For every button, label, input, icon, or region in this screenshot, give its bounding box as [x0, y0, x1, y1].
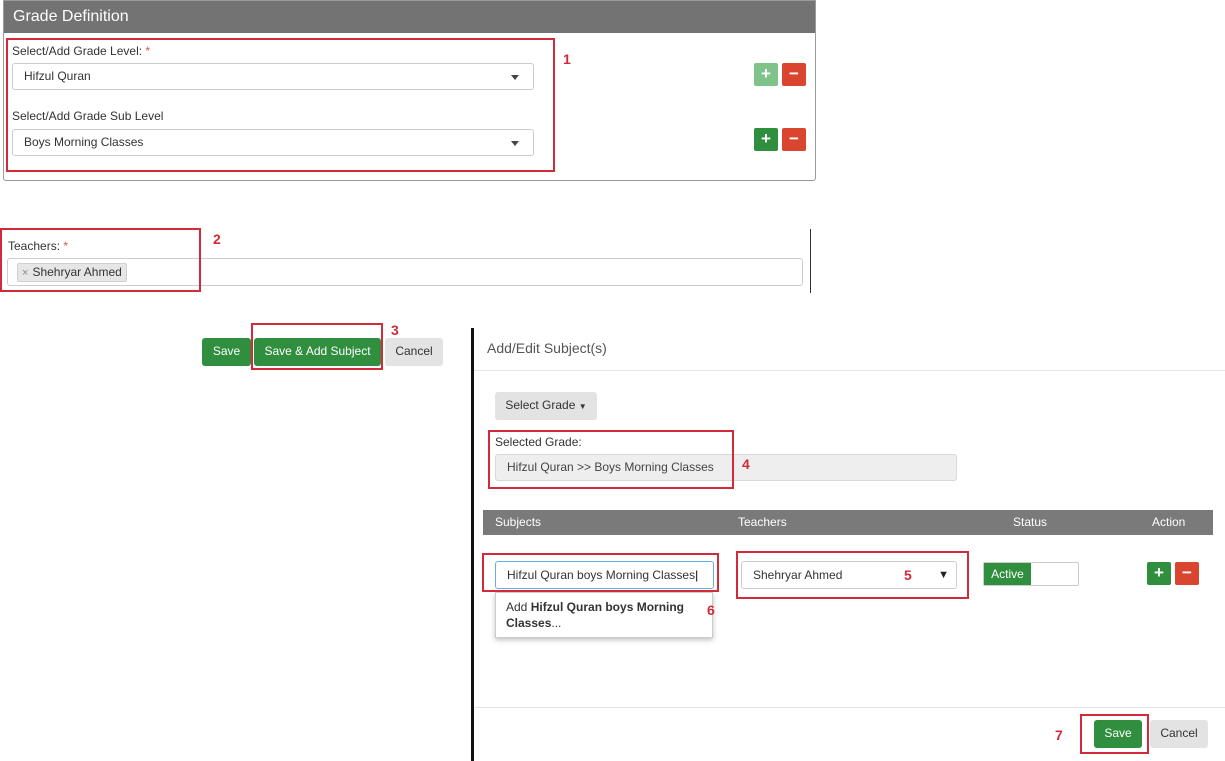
- modal-footer-divider: [474, 707, 1225, 708]
- caret-down-icon: ▼: [578, 402, 587, 411]
- header-status: Status: [1013, 515, 1048, 529]
- status-toggle[interactable]: Active: [983, 562, 1079, 586]
- annotation-number-7: 7: [1055, 727, 1063, 743]
- annotation-box-4: [488, 430, 734, 489]
- modal-title: Add/Edit Subject(s): [487, 340, 607, 356]
- cancel-button[interactable]: Cancel: [385, 338, 443, 366]
- divider: [810, 229, 811, 293]
- subjects-table-header: Subjects Teachers Status Action: [483, 510, 1213, 535]
- annotation-number-3: 3: [391, 322, 399, 338]
- add-grade-sub-level-button[interactable]: +: [754, 128, 778, 151]
- subject-modal: Add/Edit Subject(s) Select Grade ▼ Selec…: [474, 328, 1225, 761]
- annotation-number-1: 1: [563, 51, 571, 67]
- remove-subject-row-button[interactable]: −: [1175, 562, 1199, 585]
- annotation-box-3: [251, 323, 383, 370]
- status-active-label: Active: [984, 563, 1031, 585]
- header-subjects: Subjects: [495, 515, 542, 529]
- select-grade-button[interactable]: Select Grade ▼: [495, 392, 597, 420]
- remove-grade-sub-level-button[interactable]: −: [782, 128, 806, 151]
- add-subject-row-button[interactable]: +: [1147, 562, 1171, 585]
- subject-suggestion-menu[interactable]: Add Hifzul Quran boys Morning Classes...: [495, 592, 713, 638]
- annotation-box-1: [6, 38, 555, 172]
- annotation-box-2: [0, 228, 201, 292]
- modal-header-divider: [474, 370, 1225, 371]
- annotation-box-5: [736, 551, 969, 599]
- annotation-number-4: 4: [742, 456, 750, 472]
- panel-title: Grade Definition: [4, 1, 815, 33]
- annotation-number-6: 6: [707, 602, 715, 618]
- remove-grade-level-button[interactable]: −: [782, 63, 806, 86]
- annotation-box-7: [1080, 714, 1149, 754]
- annotation-box-subject: [482, 553, 719, 592]
- modal-cancel-button[interactable]: Cancel: [1150, 720, 1208, 748]
- header-teachers: Teachers: [738, 515, 787, 529]
- add-grade-level-button[interactable]: +: [754, 63, 778, 86]
- annotation-number-2: 2: [213, 231, 221, 247]
- header-action: Action: [1152, 515, 1186, 529]
- annotation-number-5: 5: [904, 567, 912, 583]
- save-button[interactable]: Save: [202, 338, 251, 366]
